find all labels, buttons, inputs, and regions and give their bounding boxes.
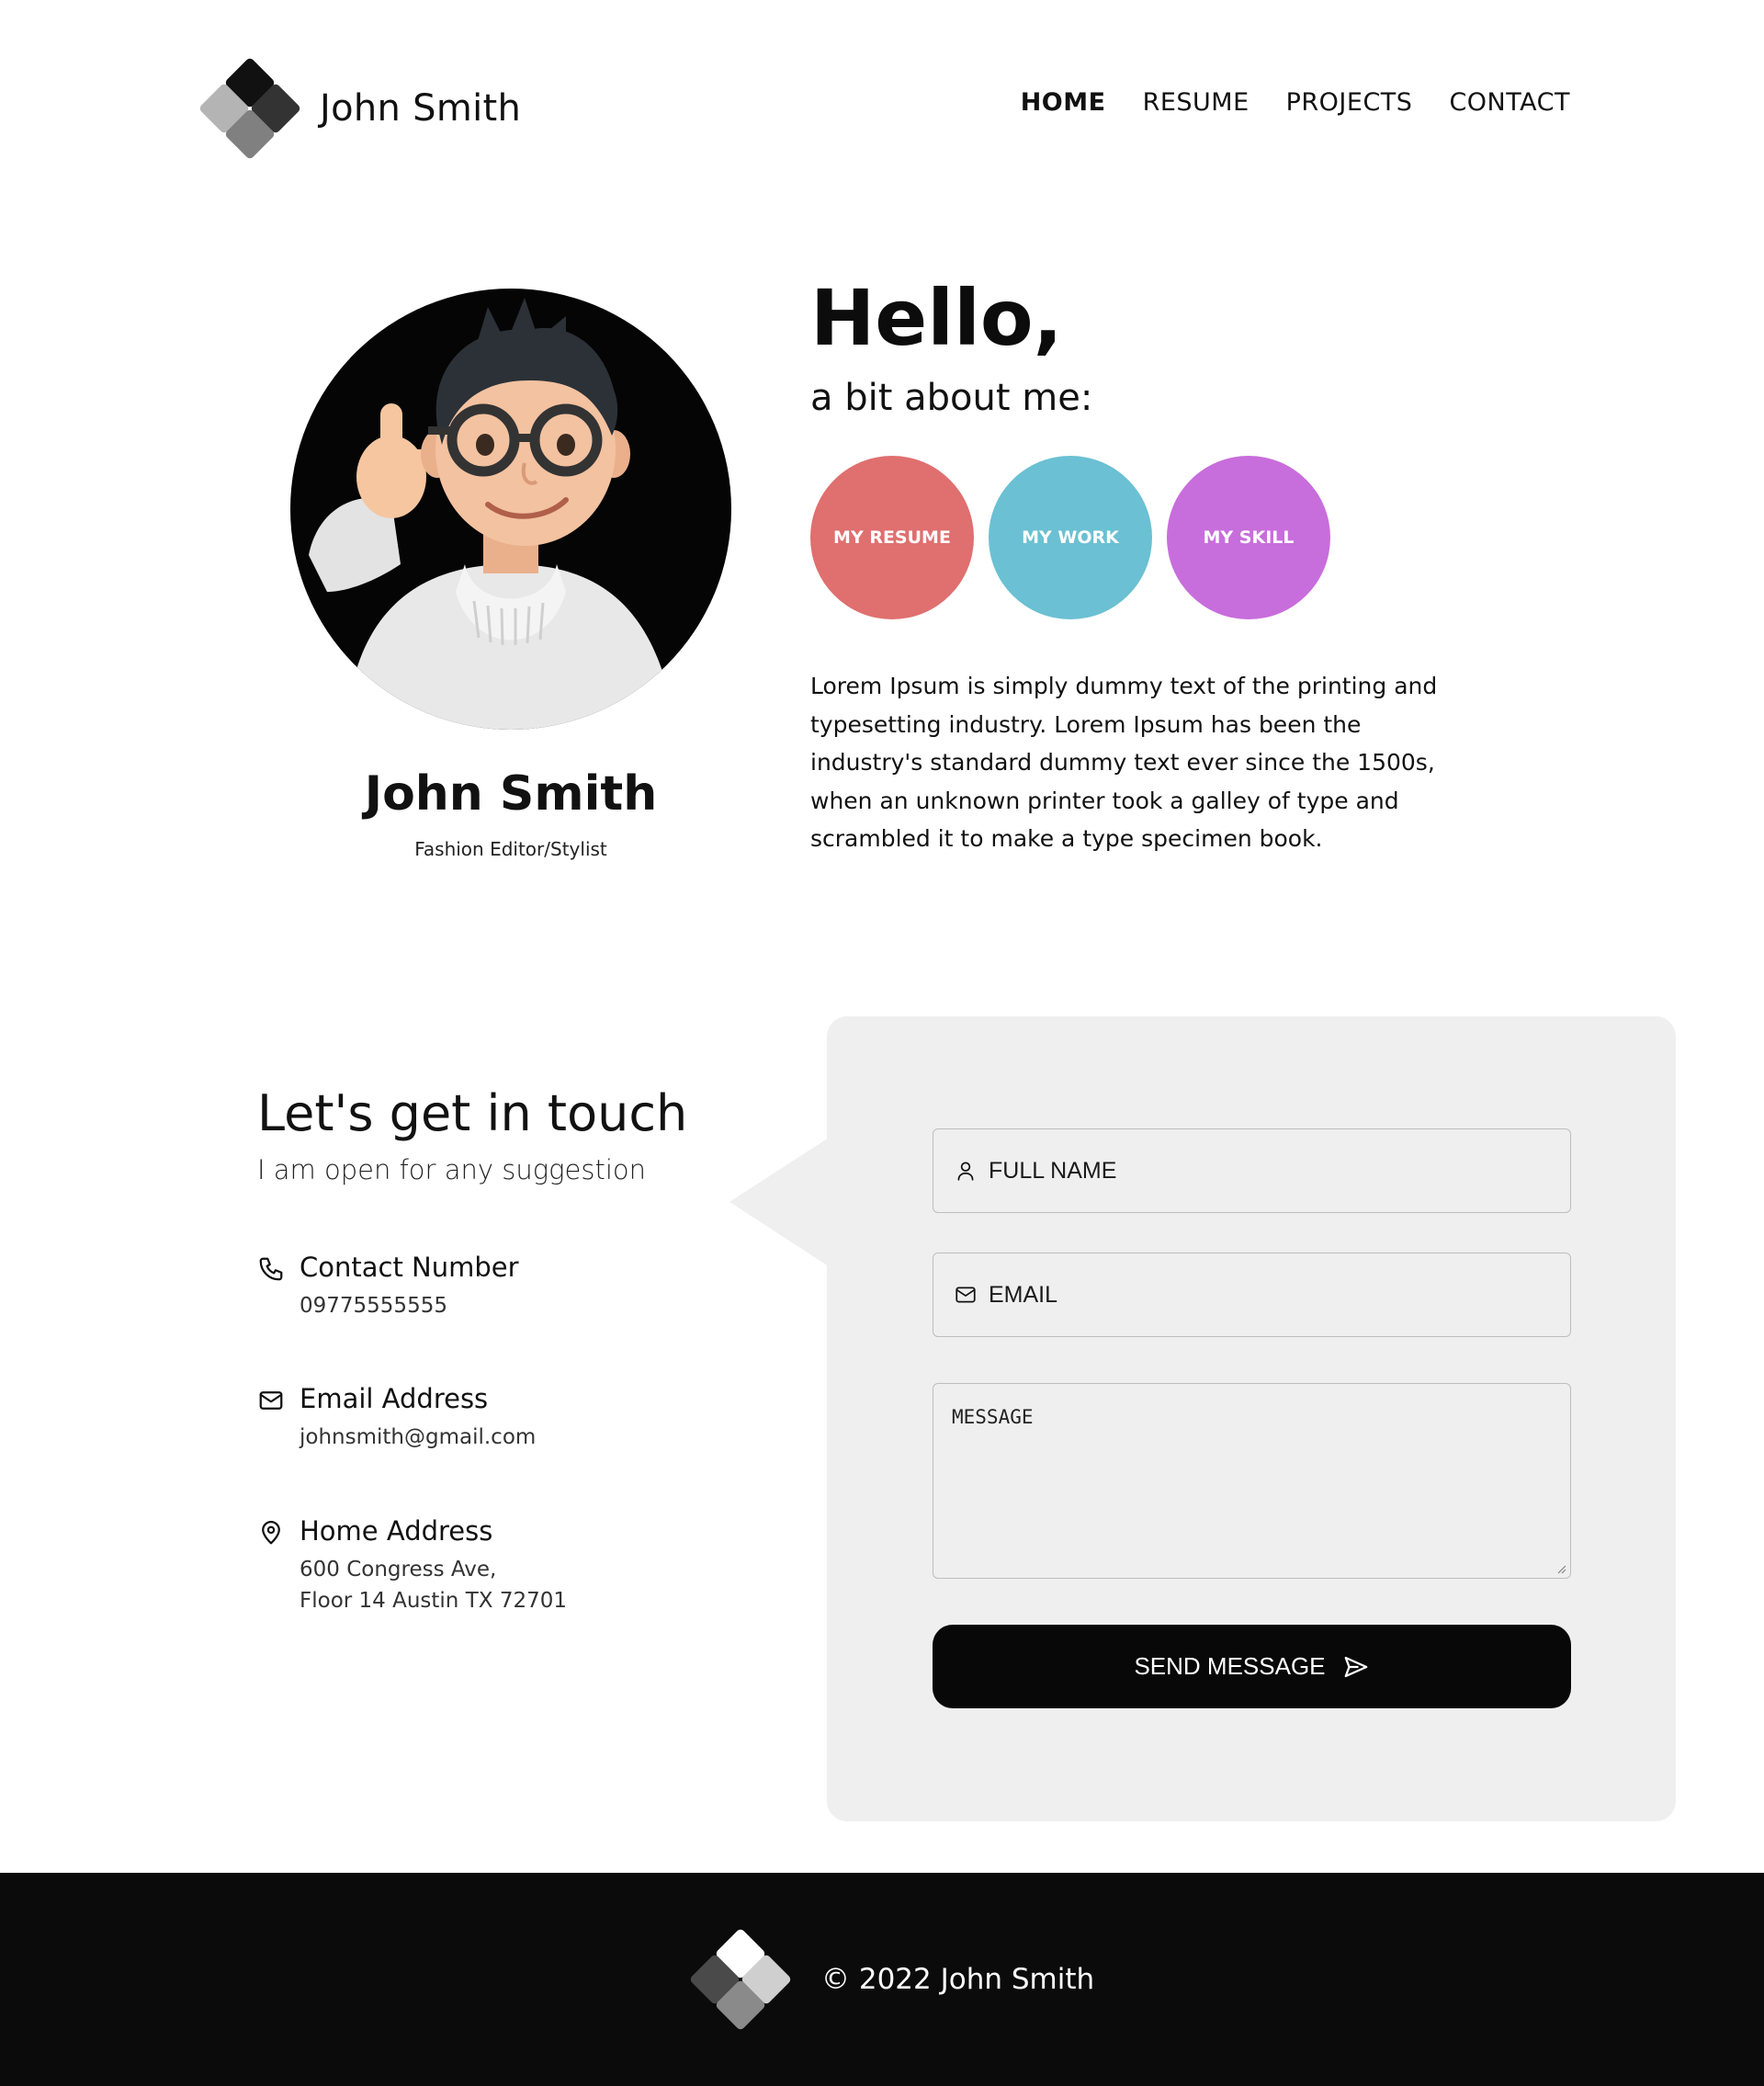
email-address-label: Email Address — [300, 1383, 489, 1414]
contact-number-value[interactable]: 09775555555 — [300, 1290, 447, 1321]
contact-number-label: Contact Number — [300, 1252, 519, 1283]
nav-projects[interactable]: PROJECTS — [1286, 88, 1413, 117]
footer-brand: © 2022 John Smith — [685, 1924, 1094, 2035]
speech-bubble-tail — [729, 1138, 829, 1266]
nav-home[interactable]: HOME — [1021, 88, 1106, 117]
phone-icon — [259, 1257, 283, 1281]
memoji-avatar — [290, 289, 731, 730]
home-address-line-1: 600 Congress Ave, — [300, 1558, 497, 1582]
site-header: John Smith HOME RESUME PROJECTS CONTACT — [0, 0, 1764, 215]
bio-paragraph: Lorem Ipsum is simply dummy text of the … — [810, 673, 1438, 852]
main-nav: HOME RESUME PROJECTS CONTACT — [1021, 88, 1570, 117]
send-message-label: SEND MESSAGE — [1134, 1652, 1326, 1680]
send-icon — [1344, 1656, 1367, 1677]
my-skill-button[interactable]: MY SKILL — [1167, 456, 1330, 619]
brand-name: John Smith — [320, 87, 522, 130]
contact-subtitle: I am open for any suggestion — [257, 1154, 647, 1185]
diamond-cluster-logo-icon — [195, 53, 305, 164]
hero-greeting: Hello, — [810, 273, 1063, 363]
my-work-button[interactable]: MY WORK — [989, 456, 1152, 619]
hero-subtitle: a bit about me: — [810, 377, 1093, 419]
user-icon — [957, 1162, 974, 1181]
copyright-text: © 2022 John Smith — [821, 1963, 1095, 1996]
email-address-value[interactable]: johnsmith@gmail.com — [300, 1422, 536, 1453]
mail-icon — [259, 1391, 283, 1410]
message-textarea[interactable] — [933, 1384, 1570, 1578]
contact-title: Let's get in touch — [257, 1084, 688, 1142]
diamond-cluster-logo-icon — [685, 1924, 796, 2035]
nav-resume[interactable]: RESUME — [1143, 88, 1250, 117]
send-message-button[interactable]: SEND MESSAGE — [933, 1625, 1571, 1708]
full-name-input[interactable] — [989, 1129, 1570, 1212]
home-address-line-2: Floor 14 Austin TX 72701 — [300, 1589, 567, 1613]
profile-role: Fashion Editor/Stylist — [414, 838, 607, 860]
mail-icon — [956, 1287, 976, 1303]
hero-buttons: MY RESUME MY WORK MY SKILL — [810, 456, 1330, 619]
resize-grip-icon[interactable] — [1555, 1563, 1566, 1574]
home-address-label: Home Address — [300, 1515, 493, 1547]
nav-contact[interactable]: CONTACT — [1449, 88, 1570, 117]
my-resume-button[interactable]: MY RESUME — [810, 456, 974, 619]
email-input[interactable] — [989, 1253, 1570, 1336]
brand[interactable]: John Smith — [195, 53, 521, 164]
full-name-field[interactable] — [933, 1128, 1571, 1213]
location-pin-icon — [262, 1521, 280, 1545]
profile-name: John Smith — [364, 766, 658, 822]
message-field[interactable] — [933, 1383, 1571, 1579]
site-footer: © 2022 John Smith — [0, 1873, 1764, 2086]
email-field[interactable] — [933, 1253, 1571, 1337]
